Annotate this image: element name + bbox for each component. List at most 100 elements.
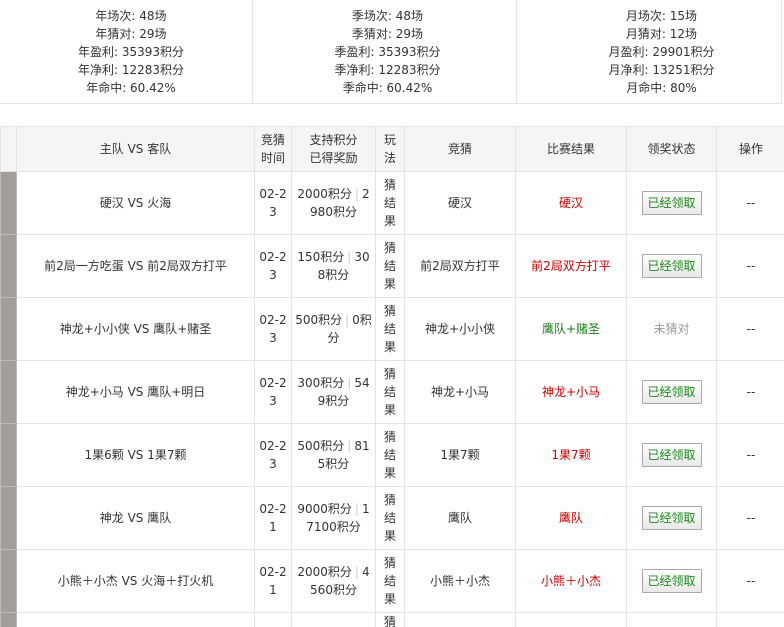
row-action: -- bbox=[716, 486, 784, 550]
row-time: 02-21 bbox=[254, 486, 292, 550]
row-play: 猜结果 bbox=[375, 297, 405, 361]
row-match: 1果6颗 VS 1果7颗 bbox=[16, 423, 255, 487]
row-time: 02-23 bbox=[254, 234, 292, 298]
row-match bbox=[16, 612, 255, 627]
row-result: 神龙+小马 bbox=[515, 360, 627, 424]
row-time bbox=[254, 612, 292, 627]
row-stake: 2000积分 | 2980积分 bbox=[291, 171, 376, 235]
row-action: -- bbox=[716, 360, 784, 424]
record-table-wrapper: 主队 VS 客队 竞猜时间 支持积分 已得奖励 玩法 竞猜 比赛结果 领奖状态 … bbox=[0, 126, 784, 627]
row-result: 1果7颗 bbox=[515, 423, 627, 487]
claimed-button[interactable]: 已经领取 bbox=[641, 569, 702, 593]
row-stake: 2000积分 | 4560积分 bbox=[291, 549, 376, 613]
row-claim: 已经领取 bbox=[626, 171, 717, 235]
row-result: 鹰队 bbox=[515, 486, 627, 550]
row-time: 02-23 bbox=[254, 171, 292, 235]
header-stake: 支持积分 已得奖励 bbox=[291, 126, 376, 172]
row-pick: 1果7颗 bbox=[404, 423, 516, 487]
row-stake-separator: | bbox=[345, 313, 350, 327]
row-stake-separator: | bbox=[354, 565, 359, 579]
season-games: 季场次: 48场 bbox=[351, 9, 424, 23]
month-stats: 月场次: 15场 月猜对: 12场 月盈利: 29901积分 月净利: 1325… bbox=[517, 0, 780, 103]
row-result: 前2局双方打平 bbox=[515, 234, 627, 298]
row-result: 鹰队+赌圣 bbox=[515, 297, 627, 361]
claimed-button[interactable]: 已经领取 bbox=[641, 380, 702, 404]
row-side-marker bbox=[0, 360, 17, 424]
row-result bbox=[515, 612, 627, 627]
table-row: 硬汉 VS 火海 02-23 2000积分 | 2980积分 猜结果 硬汉 硬汉 已… bbox=[0, 171, 784, 235]
row-stake: 9000积分 | 17100积分 bbox=[291, 486, 376, 550]
row-stake-separator: | bbox=[347, 250, 352, 264]
claimed-button[interactable]: 已经领取 bbox=[641, 191, 702, 215]
betting-record-page: 年场次: 48场 年猜对: 29场 年盈利: 35393积分 年净利: 1228… bbox=[0, 0, 784, 627]
table-header-row: 主队 VS 客队 竞猜时间 支持积分 已得奖励 玩法 竞猜 比赛结果 领奖状态 … bbox=[0, 126, 784, 172]
row-play: 猜 bbox=[375, 612, 405, 627]
season-profit: 季盈利: 35393积分 bbox=[334, 45, 441, 59]
row-side-marker bbox=[0, 297, 17, 361]
month-rate: 月命中: 80% bbox=[626, 81, 697, 95]
row-pick: 神龙+小小侠 bbox=[404, 297, 516, 361]
row-result: 硬汉 bbox=[515, 171, 627, 235]
season-net: 季净利: 12283积分 bbox=[334, 63, 441, 77]
table-row: 神龙+小小侠 VS 鹰队+赌圣 02-23 500积分 | 0积分 猜结果 神龙+小… bbox=[0, 297, 784, 361]
header-result: 比赛结果 bbox=[515, 126, 627, 172]
header-claim: 领奖状态 bbox=[626, 126, 717, 172]
row-stake: 500积分 | 0积分 bbox=[291, 297, 376, 361]
row-pick: 小熊＋小杰 bbox=[404, 549, 516, 613]
table-row: 小熊＋小杰 VS 火海＋打火机 02-21 2000积分 | 4560积分 猜结果 … bbox=[0, 549, 784, 613]
row-action: -- bbox=[716, 234, 784, 298]
header-action: 操作 bbox=[716, 126, 784, 172]
row-play: 猜结果 bbox=[375, 360, 405, 424]
row-play: 猜结果 bbox=[375, 171, 405, 235]
header-play: 玩法 bbox=[375, 126, 405, 172]
month-correct: 月猜对: 12场 bbox=[625, 27, 698, 41]
row-side-marker bbox=[0, 549, 17, 613]
row-stake-amount: 300积分 bbox=[297, 376, 345, 390]
year-rate: 年命中: 60.42% bbox=[86, 81, 176, 95]
year-correct: 年猜对: 29场 bbox=[95, 27, 167, 41]
row-stake-amount: 2000积分 bbox=[297, 565, 352, 579]
row-stake: 150积分 | 308积分 bbox=[291, 234, 376, 298]
row-result: 小熊＋小杰 bbox=[515, 549, 627, 613]
season-correct: 季猜对: 29场 bbox=[351, 27, 424, 41]
header-pick: 竞猜 bbox=[404, 126, 516, 172]
header-stake-line2: 已得奖励 bbox=[309, 151, 358, 165]
row-stake-amount: 9000积分 bbox=[297, 502, 352, 516]
row-stake-separator: | bbox=[347, 376, 352, 390]
table-row: 神龙 VS 鹰队 02-21 9000积分 | 17100积分 猜结果 鹰队 鹰队 … bbox=[0, 486, 784, 550]
claimed-button[interactable]: 已经领取 bbox=[641, 443, 702, 467]
month-games: 月场次: 15场 bbox=[625, 9, 698, 23]
year-net: 年净利: 12283积分 bbox=[77, 63, 185, 77]
header-time: 竞猜时间 bbox=[254, 126, 292, 172]
row-match: 小熊＋小杰 VS 火海＋打火机 bbox=[16, 549, 255, 613]
table-row: 神龙+小马 VS 鹰队+明日 02-23 300积分 | 549积分 猜结果 神龙+… bbox=[0, 360, 784, 424]
row-pick: 硬汉 bbox=[404, 171, 516, 235]
row-play: 猜结果 bbox=[375, 234, 405, 298]
row-time: 02-23 bbox=[254, 423, 292, 487]
row-claim-status: 未猜对 bbox=[626, 297, 717, 361]
row-stake: 500积分 | 815积分 bbox=[291, 423, 376, 487]
row-stake-amount: 150积分 bbox=[297, 250, 345, 264]
row-action: -- bbox=[716, 423, 784, 487]
claimed-button[interactable]: 已经领取 bbox=[641, 254, 702, 278]
row-side-marker bbox=[0, 612, 17, 627]
row-stake-amount: 500积分 bbox=[297, 439, 345, 453]
row-claim bbox=[626, 612, 717, 627]
row-action: -- bbox=[716, 549, 784, 613]
row-action: -- bbox=[716, 297, 784, 361]
row-stake-separator: | bbox=[354, 187, 359, 201]
row-pick: 鹰队 bbox=[404, 486, 516, 550]
row-time: 02-21 bbox=[254, 549, 292, 613]
header-match: 主队 VS 客队 bbox=[16, 126, 255, 172]
header-side-cell bbox=[0, 126, 17, 172]
claimed-button[interactable]: 已经领取 bbox=[641, 506, 702, 530]
row-stake-separator: | bbox=[354, 502, 359, 516]
row-side-marker bbox=[0, 234, 17, 298]
row-stake: 300积分 | 549积分 bbox=[291, 360, 376, 424]
row-claim: 已经领取 bbox=[626, 423, 717, 487]
row-stake bbox=[291, 612, 376, 627]
row-time: 02-23 bbox=[254, 297, 292, 361]
table-row: 1果6颗 VS 1果7颗 02-23 500积分 | 815积分 猜结果 1果7颗 … bbox=[0, 423, 784, 487]
row-side-marker bbox=[0, 171, 17, 235]
year-profit: 年盈利: 35393积分 bbox=[77, 45, 185, 59]
